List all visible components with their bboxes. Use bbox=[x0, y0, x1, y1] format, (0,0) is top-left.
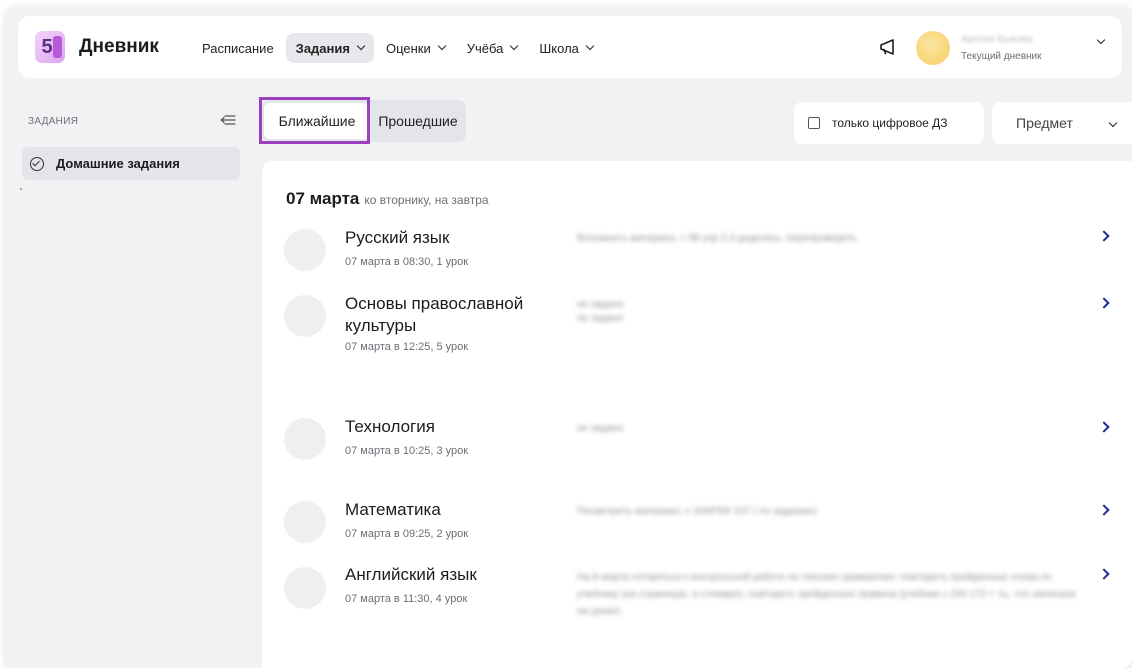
nav-item-grades[interactable]: Оценки bbox=[376, 33, 455, 63]
chevron-right-icon[interactable] bbox=[1098, 230, 1110, 242]
lesson-meta: 07 марта в 08:30, 1 урок bbox=[345, 256, 469, 268]
lesson-homework: не задано bbox=[577, 423, 624, 434]
chevron-down-icon bbox=[437, 41, 446, 51]
lesson-subject: Технология bbox=[345, 417, 435, 436]
chevron-down-icon bbox=[356, 41, 366, 51]
lesson-subject: Русский язык bbox=[345, 228, 450, 247]
main-nav: Расписание Задания Оценки Учёба Школа bbox=[192, 33, 605, 63]
lesson-subject: Математика bbox=[345, 500, 441, 519]
top-header: 5 Дневник Расписание Задания Оценки Учёб… bbox=[18, 16, 1122, 78]
app-title[interactable]: Дневник bbox=[79, 36, 159, 58]
user-menu-chevron-icon[interactable] bbox=[1096, 35, 1106, 45]
lesson-meta: 07 марта в 12:25, 5 урок bbox=[345, 341, 469, 353]
chevron-right-icon[interactable] bbox=[1098, 568, 1110, 580]
avatar[interactable] bbox=[916, 31, 950, 65]
lesson-homework: Вспомнить материал, с 98 упр 2,3 доделат… bbox=[577, 233, 857, 244]
nav-item-label: Оценки bbox=[385, 40, 431, 56]
lesson-meta: 07 марта в 10:25, 3 урок bbox=[345, 445, 469, 457]
chevron-down-icon bbox=[585, 41, 595, 51]
nav-item-label: Расписание bbox=[202, 40, 274, 56]
subject-icon bbox=[284, 567, 326, 609]
logo-stripe bbox=[53, 36, 62, 58]
nav-item-study[interactable]: Учёба bbox=[457, 33, 528, 63]
day-date: 07 марта bbox=[286, 189, 360, 208]
chevron-right-icon[interactable] bbox=[1098, 421, 1110, 433]
user-name[interactable]: Арсеня Быкова bbox=[961, 34, 1032, 45]
lesson-meta: 07 марта в 09:25, 2 урок bbox=[345, 528, 469, 540]
sidebar-title: ЗАДАНИЯ bbox=[28, 116, 79, 127]
subject-select-value: Предмет bbox=[1016, 115, 1073, 131]
app-logo[interactable]: 5 bbox=[35, 31, 65, 63]
homework-list-card: 07 марта ко вторнику, на завтра Русский … bbox=[262, 161, 1132, 668]
user-subtitle: Текущий дневник bbox=[961, 51, 1042, 62]
day-subtitle: ко вторнику, на завтра bbox=[364, 193, 489, 207]
nav-item-label: Школа bbox=[539, 40, 579, 56]
collapse-sidebar-icon[interactable] bbox=[220, 113, 236, 127]
app-window: 5 Дневник Расписание Задания Оценки Учёб… bbox=[6, 6, 1132, 668]
lesson-homework: Посмотреть материал, с 32МП06 107 ( по з… bbox=[577, 506, 817, 517]
nav-item-school[interactable]: Школа bbox=[529, 33, 603, 63]
nav-item-assignments[interactable]: Задания bbox=[285, 33, 374, 63]
chevron-down-icon bbox=[1108, 118, 1118, 128]
day-header: 07 марта ко вторнику, на завтра bbox=[286, 189, 489, 209]
lesson-homework: не задано не задано bbox=[577, 299, 624, 324]
megaphone-icon[interactable] bbox=[878, 37, 898, 57]
chevron-right-icon[interactable] bbox=[1098, 504, 1110, 516]
sidebar-item-label: Домашние задания bbox=[56, 156, 180, 171]
lesson-subject: Английский язык bbox=[345, 565, 477, 584]
nav-item-schedule[interactable]: Расписание bbox=[192, 33, 284, 63]
chevron-down-icon bbox=[510, 41, 519, 51]
lesson-subject: Основы православной культуры bbox=[345, 294, 524, 335]
subject-icon bbox=[284, 501, 326, 543]
subject-icon bbox=[284, 295, 326, 337]
lesson-homework: На 8 марта готовиться к контрольной рабо… bbox=[577, 572, 1076, 617]
sidebar-item-homework[interactable]: Домашние задания bbox=[22, 147, 240, 180]
check-circle-icon bbox=[30, 156, 44, 171]
logo-number: 5 bbox=[41, 35, 53, 58]
tab-past[interactable]: Прошедшие bbox=[374, 100, 462, 142]
lesson-meta: 07 марта в 11:30, 4 урок bbox=[345, 593, 468, 605]
nav-item-label: Задания bbox=[295, 40, 350, 56]
subject-icon bbox=[284, 229, 326, 271]
digital-only-filter[interactable]: только цифровое ДЗ bbox=[794, 102, 984, 144]
subject-icon bbox=[284, 418, 326, 460]
digital-only-label: только цифровое ДЗ bbox=[832, 116, 948, 130]
decorative-dot bbox=[20, 188, 22, 190]
nav-item-label: Учёба bbox=[466, 40, 504, 56]
subject-select[interactable]: Предмет bbox=[992, 102, 1132, 144]
checkbox[interactable] bbox=[808, 117, 820, 129]
tab-highlight-frame bbox=[259, 97, 370, 144]
chevron-right-icon[interactable] bbox=[1098, 297, 1110, 309]
